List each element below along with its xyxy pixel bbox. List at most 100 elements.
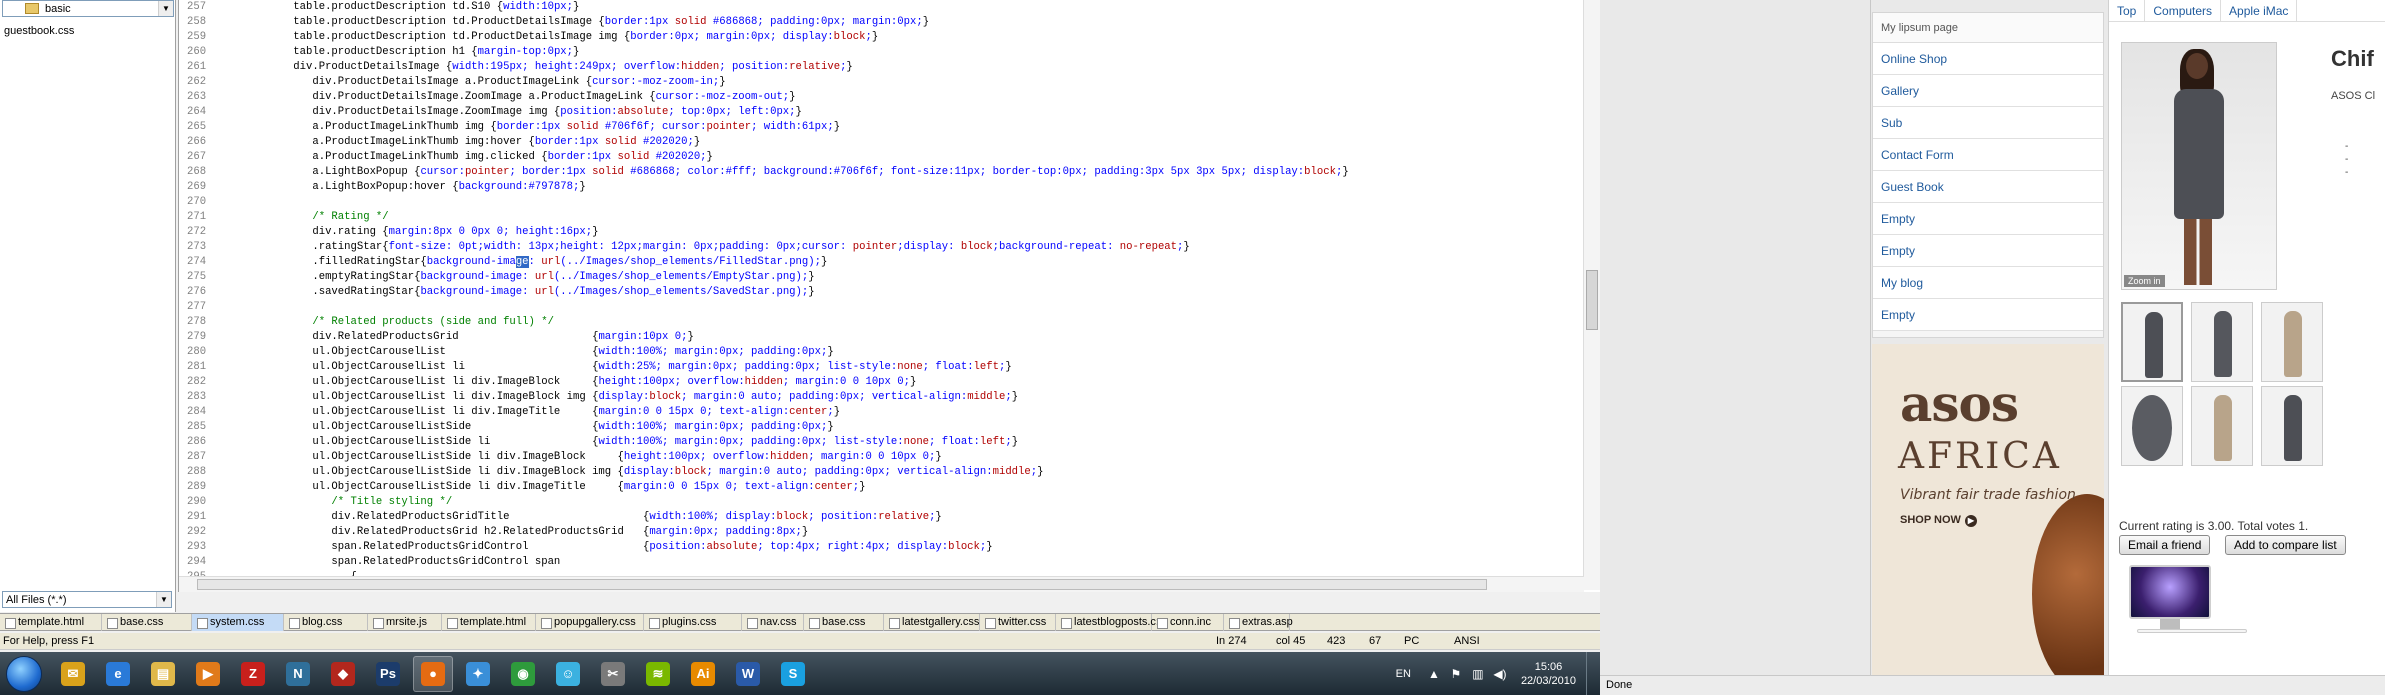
thumbnail-6[interactable] xyxy=(2261,386,2323,466)
taskbar-button[interactable]: N xyxy=(278,656,318,692)
taskbar-button[interactable]: ✦ xyxy=(458,656,498,692)
code-line[interactable]: ul.ObjectCarouselListSide li {width:100%… xyxy=(217,435,1582,450)
code-editor[interactable]: 257 258 259 260 261 262 263 264 265 266 267 268 269 2… xyxy=(178,0,1600,592)
taskbar-button[interactable]: ● xyxy=(413,655,453,692)
network-icon[interactable]: ▥ xyxy=(1471,667,1485,681)
document-tab[interactable]: mrsite.js xyxy=(368,614,442,631)
thumbnail-5[interactable] xyxy=(2191,386,2253,466)
sidebar-item[interactable]: Guest Book xyxy=(1873,171,2103,203)
email-friend-button[interactable]: Email a friend xyxy=(2119,535,2211,555)
code-line[interactable]: div.RelatedProductsGridTitle {width:100%… xyxy=(217,510,1582,525)
code-line[interactable]: .filledRatingStar{background-image: url(… xyxy=(217,255,1582,270)
code-line[interactable]: ul.ObjectCarouselListSide li div.ImageTi… xyxy=(217,480,1582,495)
sidebar-item[interactable]: Empty xyxy=(1873,203,2103,235)
code-line[interactable]: div.ProductDetailsImage a.ProductImageLi… xyxy=(217,75,1582,90)
sidebar-item[interactable]: Empty xyxy=(1873,235,2103,267)
start-button[interactable] xyxy=(6,655,42,692)
asos-africa-banner[interactable]: asos AFRICA Vibrant fair trade fashion S… xyxy=(1872,344,2104,675)
document-tab[interactable]: conn.inc xyxy=(1152,614,1224,631)
document-tab[interactable]: template.html xyxy=(0,614,102,631)
taskbar-button[interactable]: ☺ xyxy=(548,656,588,692)
chevron-down-icon[interactable]: ▼ xyxy=(158,1,173,16)
code-line[interactable]: ul.ObjectCarouselList li div.ImageBlock … xyxy=(217,375,1582,390)
code-line[interactable]: ul.ObjectCarouselList li div.ImageBlock … xyxy=(217,390,1582,405)
product-main-image[interactable]: Zoom in xyxy=(2121,42,2277,290)
document-tab[interactable]: latestblogposts.c: xyxy=(1056,614,1159,631)
file-item-guestbook[interactable]: guestbook.css xyxy=(2,24,174,38)
code-line[interactable]: .emptyRatingStar{background-image: url(.… xyxy=(217,270,1582,285)
flag-icon[interactable]: ⚑ xyxy=(1449,667,1463,681)
add-to-compare-button[interactable]: Add to compare list xyxy=(2225,535,2346,555)
thumbnail-1[interactable] xyxy=(2121,302,2183,382)
document-tab[interactable]: nav.css xyxy=(742,614,804,631)
show-desktop-button[interactable] xyxy=(1586,652,1600,695)
volume-icon[interactable]: ◀) xyxy=(1493,667,1507,681)
chevron-up-icon[interactable]: ▲ xyxy=(1427,667,1441,681)
chevron-down-icon[interactable]: ▼ xyxy=(156,592,171,607)
code-line[interactable]: a.LightBoxPopup:hover {background:#79787… xyxy=(217,180,1582,195)
taskbar-button[interactable]: Ai xyxy=(683,656,723,692)
code-line[interactable]: ul.ObjectCarouselList li div.ImageTitle … xyxy=(217,405,1582,420)
document-tab[interactable]: template.html xyxy=(442,614,536,631)
code-line[interactable]: table.productDescription td.ProductDetai… xyxy=(217,15,1582,30)
breadcrumb-link[interactable]: Top xyxy=(2109,0,2146,21)
code-line[interactable]: ul.ObjectCarouselList li {width:25%; mar… xyxy=(217,360,1582,375)
code-line[interactable]: div.ProductDetailsImage.ZoomImage img {p… xyxy=(217,105,1582,120)
code-line[interactable]: span.RelatedProductsGridControl span xyxy=(217,555,1582,570)
clock[interactable]: 15:06 22/03/2010 xyxy=(1521,660,1576,688)
code-text[interactable]: table.productDescription td.S10 {width:1… xyxy=(217,0,1582,580)
breadcrumb-link[interactable]: Apple iMac xyxy=(2221,0,2298,21)
sidebar-item[interactable]: Sub xyxy=(1873,107,2103,139)
taskbar-button[interactable]: ▤ xyxy=(143,656,183,692)
code-line[interactable]: ul.ObjectCarouselList {width:100%; margi… xyxy=(217,345,1582,360)
code-line[interactable]: a.ProductImageLinkThumb img:hover {borde… xyxy=(217,135,1582,150)
code-line[interactable]: /* Related products (side and full) */ xyxy=(217,315,1582,330)
scrollbar-thumb[interactable] xyxy=(1586,270,1598,330)
folder-dropdown[interactable]: basic ▼ xyxy=(2,0,174,17)
document-tab[interactable]: extras.asp xyxy=(1224,614,1293,631)
code-line[interactable]: .ratingStar{font-size: 0pt;width: 13px;h… xyxy=(217,240,1582,255)
thumbnail-2[interactable] xyxy=(2191,302,2253,382)
code-line[interactable]: span.RelatedProductsGridControl {positio… xyxy=(217,540,1582,555)
code-line[interactable]: ul.ObjectCarouselListSide li div.ImageBl… xyxy=(217,450,1582,465)
taskbar-button[interactable]: ◆ xyxy=(323,656,363,692)
zoom-in-button[interactable]: Zoom in xyxy=(2124,275,2165,287)
thumbnail-3[interactable] xyxy=(2261,302,2323,382)
sidebar-item[interactable]: My blog xyxy=(1873,267,2103,299)
code-line[interactable]: table.productDescription td.ProductDetai… xyxy=(217,30,1582,45)
scrollbar-thumb[interactable] xyxy=(197,579,1487,590)
taskbar-button[interactable]: ✂ xyxy=(593,656,633,692)
code-line[interactable] xyxy=(217,195,1582,210)
code-line[interactable]: div.ProductDetailsImage.ZoomImage a.Prod… xyxy=(217,90,1582,105)
code-line[interactable]: table.productDescription td.S10 {width:1… xyxy=(217,0,1582,15)
code-line[interactable]: /* Title styling */ xyxy=(217,495,1582,510)
code-line[interactable]: a.LightBoxPopup {cursor:pointer; border:… xyxy=(217,165,1582,180)
shop-now-link[interactable]: SHOP NOW ▶ xyxy=(1900,514,1977,527)
document-tab[interactable]: plugins.css xyxy=(644,614,742,631)
taskbar-button[interactable]: ≋ xyxy=(638,656,678,692)
taskbar-button[interactable]: ✉ xyxy=(53,656,93,692)
document-tab[interactable]: popupgallery.css xyxy=(536,614,644,631)
taskbar-button[interactable]: W xyxy=(728,656,768,692)
related-product-image[interactable] xyxy=(2129,565,2247,633)
taskbar-button[interactable]: ▶ xyxy=(188,656,228,692)
file-filter-dropdown[interactable]: All Files (*.*) ▼ xyxy=(2,591,172,608)
taskbar-button[interactable]: Z xyxy=(233,656,273,692)
code-line[interactable] xyxy=(217,300,1582,315)
taskbar-button[interactable]: e xyxy=(98,656,138,692)
horizontal-scrollbar[interactable] xyxy=(179,576,1584,592)
language-indicator[interactable]: EN xyxy=(1396,668,1411,680)
vertical-scrollbar[interactable] xyxy=(1583,0,1600,590)
taskbar-button[interactable]: ◉ xyxy=(503,656,543,692)
sidebar-item[interactable]: Contact Form xyxy=(1873,139,2103,171)
code-line[interactable]: div.rating {margin:8px 0 0px 0; height:1… xyxy=(217,225,1582,240)
code-line[interactable]: table.productDescription h1 {margin-top:… xyxy=(217,45,1582,60)
code-line[interactable]: div.RelatedProductsGrid {margin:10px 0;} xyxy=(217,330,1582,345)
document-tab[interactable]: system.css xyxy=(192,614,284,631)
document-tab[interactable]: latestgallery.css xyxy=(884,614,980,631)
document-tab[interactable]: base.css xyxy=(804,614,884,631)
code-line[interactable]: /* Rating */ xyxy=(217,210,1582,225)
breadcrumb-link[interactable]: Computers xyxy=(2145,0,2222,21)
code-line[interactable]: .savedRatingStar{background-image: url(.… xyxy=(217,285,1582,300)
sidebar-item[interactable]: Gallery xyxy=(1873,75,2103,107)
